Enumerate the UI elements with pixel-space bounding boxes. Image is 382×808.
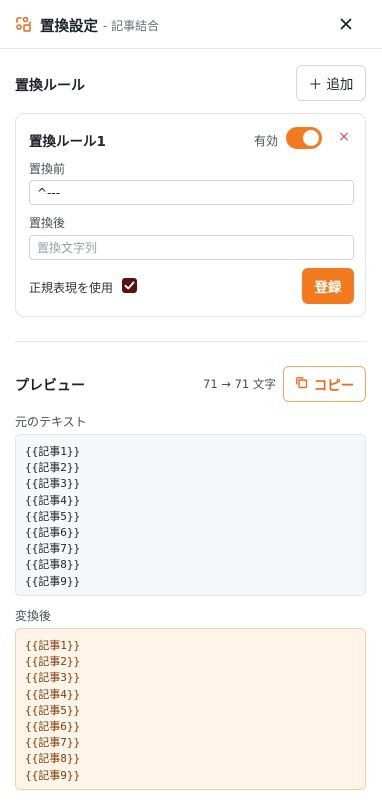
preview-title: プレビュー bbox=[15, 378, 85, 394]
char-count: 71 → 71 文字 bbox=[203, 377, 276, 391]
enabled-label: 有効 bbox=[254, 134, 279, 148]
enabled-toggle[interactable] bbox=[286, 127, 322, 149]
original-text: {{記事1}} {{記事2}} {{記事3}} {{記事4}} {{記事5}} … bbox=[15, 434, 366, 596]
replace-icon bbox=[15, 16, 32, 33]
regex-checkbox[interactable] bbox=[122, 278, 137, 293]
converted-text: {{記事1}} {{記事2}} {{記事3}} {{記事4}} {{記事5}} … bbox=[15, 628, 366, 790]
section-divider bbox=[15, 341, 366, 342]
page-title: 置換設定 bbox=[40, 19, 98, 35]
register-button[interactable]: 登録 bbox=[302, 268, 354, 304]
rule-name: 置換ルール1 bbox=[29, 134, 106, 150]
page-subtitle: - 記事結合 bbox=[103, 19, 160, 33]
toggle-knob bbox=[303, 130, 319, 146]
close-icon[interactable] bbox=[336, 14, 356, 34]
after-input[interactable] bbox=[29, 235, 354, 260]
regex-label: 正規表現を使用 bbox=[29, 281, 114, 295]
original-label: 元のテキスト bbox=[15, 415, 87, 429]
copy-label: コピー bbox=[313, 378, 355, 394]
copy-button[interactable]: コピー bbox=[283, 366, 366, 402]
header-bar: 置換設定 - 記事結合 bbox=[0, 0, 382, 49]
rule-card: 置換ルール1 有効 × 置換前 置換後 正規表現を使用 登録 bbox=[15, 113, 366, 317]
before-input[interactable] bbox=[29, 180, 354, 205]
converted-label: 変換後 bbox=[15, 609, 52, 623]
after-label: 置換後 bbox=[29, 216, 66, 230]
delete-rule-button[interactable]: × bbox=[337, 127, 351, 147]
copy-icon bbox=[295, 376, 308, 393]
rules-section-title: 置換ルール bbox=[15, 78, 85, 94]
before-label: 置換前 bbox=[29, 162, 66, 176]
add-rule-button[interactable]: ＋ 追加 bbox=[296, 65, 366, 101]
check-icon bbox=[124, 281, 135, 290]
